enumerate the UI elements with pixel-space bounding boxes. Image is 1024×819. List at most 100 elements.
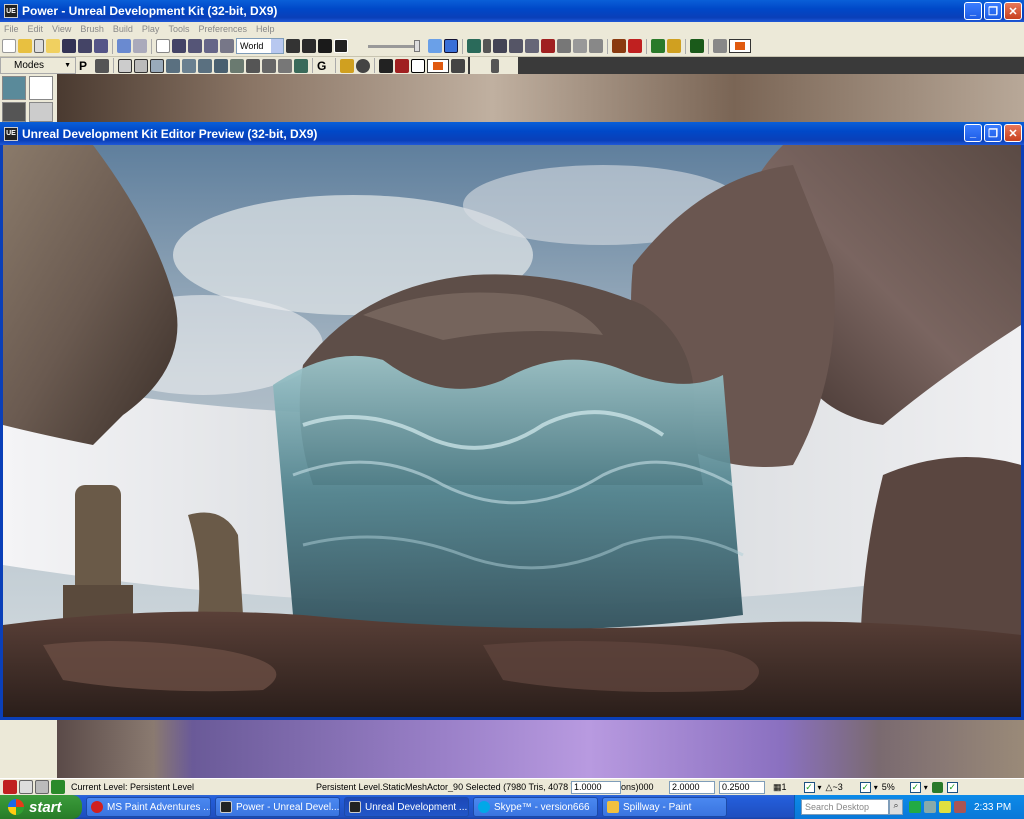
tray-icon-1[interactable]: [909, 801, 921, 813]
build-geometry-icon[interactable]: [428, 39, 442, 53]
lock-icon[interactable]: [340, 58, 354, 73]
minimize-button[interactable]: _: [964, 2, 982, 20]
close-button[interactable]: ✕: [1004, 2, 1022, 20]
scale-icon[interactable]: [204, 39, 218, 53]
view-mode-1-icon[interactable]: [166, 58, 180, 73]
modes-dropdown[interactable]: Modes: [0, 57, 76, 74]
new-icon[interactable]: [2, 39, 16, 53]
view-mode-6-icon[interactable]: [246, 58, 260, 73]
taskbar-item[interactable]: Spillway - Paint: [602, 797, 727, 817]
angle-dropdown-arrow-icon[interactable]: ▾: [874, 783, 878, 792]
save-as-icon[interactable]: [94, 39, 108, 53]
scale-snap-checkbox[interactable]: ✓: [909, 781, 921, 793]
favorites-icon[interactable]: [46, 39, 60, 53]
save-status-icon[interactable]: [931, 781, 943, 793]
brush-tool-icon[interactable]: [713, 39, 727, 53]
coordinate-system-select[interactable]: World: [236, 38, 284, 54]
preview-viewport[interactable]: [0, 145, 1024, 720]
wireframe-box-icon[interactable]: [118, 58, 132, 73]
binoculars-icon[interactable]: [286, 39, 300, 53]
build-selected-icon[interactable]: [509, 39, 523, 53]
taskbar-item[interactable]: MS Paint Adventures ...: [86, 797, 211, 817]
frame-icon[interactable]: [411, 58, 425, 73]
autosave-icon[interactable]: [51, 780, 65, 794]
menu-preferences[interactable]: Preferences: [198, 24, 247, 34]
angle-snap-checkbox[interactable]: ✓: [859, 781, 871, 793]
map-check-icon[interactable]: [589, 39, 603, 53]
start-button[interactable]: start: [0, 795, 82, 819]
pivot-icon[interactable]: [95, 58, 109, 73]
taskbar-item-active[interactable]: Unreal Development ...: [344, 797, 469, 817]
flag-icon[interactable]: [667, 39, 681, 53]
snap-icon[interactable]: [19, 780, 33, 794]
scale-grid-field[interactable]: 2.0000: [669, 780, 715, 794]
layout-icon[interactable]: [35, 780, 49, 794]
system-clock[interactable]: 2:33 PM: [974, 802, 1011, 813]
search-go-icon[interactable]: ⌕: [889, 799, 903, 815]
translate-icon[interactable]: [172, 39, 186, 53]
game-view-icon[interactable]: [395, 58, 409, 73]
undo-icon[interactable]: [117, 39, 131, 53]
build-paths-icon[interactable]: [467, 39, 481, 53]
terrain-mode-icon[interactable]: [2, 102, 26, 122]
menu-file[interactable]: File: [4, 24, 19, 34]
snap-scale-field[interactable]: 0.2500: [719, 780, 765, 794]
color-swatch[interactable]: [729, 39, 751, 53]
select-icon[interactable]: [156, 39, 170, 53]
tray-icon-4[interactable]: [954, 801, 966, 813]
menu-build[interactable]: Build: [113, 24, 133, 34]
menu-play[interactable]: Play: [142, 24, 160, 34]
taskbar-item[interactable]: Power - Unreal Devel...: [215, 797, 340, 817]
tray-icon-3[interactable]: [939, 801, 951, 813]
menu-tools[interactable]: Tools: [168, 24, 189, 34]
menu-view[interactable]: View: [52, 24, 71, 34]
browse-icon[interactable]: [573, 39, 587, 53]
perspective-viewport-bottom[interactable]: [57, 720, 1024, 778]
rotate-icon[interactable]: [188, 39, 202, 53]
view-mode-2-icon[interactable]: [182, 58, 196, 73]
play-pc-icon[interactable]: [628, 39, 642, 53]
g-icon[interactable]: G: [317, 59, 331, 73]
speed-slider[interactable]: [368, 39, 420, 52]
lightmap-icon[interactable]: [651, 39, 665, 53]
realtime-checkbox[interactable]: ✓: [946, 781, 958, 793]
camera-icon[interactable]: [451, 58, 465, 73]
kismet-icon[interactable]: [318, 39, 332, 53]
build-all-icon[interactable]: [493, 39, 507, 53]
eye-icon[interactable]: [356, 58, 370, 73]
drag-grid-icon[interactable]: [3, 780, 17, 794]
recent-dropdown-icon[interactable]: [34, 39, 44, 53]
preview-close-button[interactable]: ✕: [1004, 124, 1022, 142]
search-actors-icon[interactable]: [557, 39, 571, 53]
drag-grid-field[interactable]: 1.0000: [571, 780, 621, 794]
menu-help[interactable]: Help: [256, 24, 275, 34]
taskbar-item[interactable]: Skype™ - version666: [473, 797, 598, 817]
nonuniform-scale-icon[interactable]: [220, 39, 234, 53]
scale-dropdown-arrow-icon[interactable]: ▾: [924, 783, 928, 792]
matinee-icon[interactable]: [334, 39, 348, 53]
slider-thumb[interactable]: [414, 39, 420, 52]
p-icon[interactable]: P: [79, 59, 93, 73]
view-mode-7-icon[interactable]: [262, 58, 276, 73]
preview-maximize-button[interactable]: ❐: [984, 124, 1002, 142]
save-icon[interactable]: [62, 39, 76, 53]
content-browser-icon[interactable]: [302, 39, 316, 53]
desktop-search-input[interactable]: Search Desktop: [801, 799, 889, 815]
lighting-options-icon[interactable]: [525, 39, 539, 53]
realtime-icon[interactable]: [379, 58, 393, 73]
geometry-mode-icon[interactable]: [29, 76, 53, 100]
build-cover-icon[interactable]: [483, 39, 491, 53]
view-mode-3-icon[interactable]: [198, 58, 212, 73]
preview-minimize-button[interactable]: _: [964, 124, 982, 142]
redo-icon[interactable]: [133, 39, 147, 53]
play-console-icon[interactable]: [612, 39, 626, 53]
view-mode-8-icon[interactable]: [278, 58, 292, 73]
camera-mode-icon[interactable]: [2, 76, 26, 100]
play-in-editor-icon[interactable]: [541, 39, 555, 53]
texture-align-mode-icon[interactable]: [29, 102, 53, 122]
view-mode-5-icon[interactable]: [230, 58, 244, 73]
view-mode-9-icon[interactable]: [294, 58, 308, 73]
monitor-icon[interactable]: [690, 39, 704, 53]
dropdown-arrow-icon[interactable]: ▾: [818, 783, 822, 792]
menu-brush[interactable]: Brush: [80, 24, 104, 34]
